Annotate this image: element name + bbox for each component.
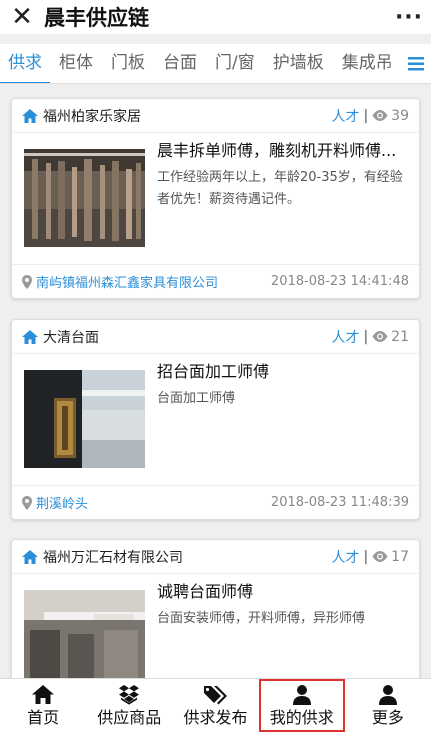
company-name[interactable]: 福州柏家乐家居 (43, 106, 331, 126)
more-options-icon[interactable]: ··· (387, 5, 431, 30)
tab-0[interactable]: 供求 (0, 44, 50, 83)
separator: | (363, 328, 369, 345)
card-footer: 荆溪岭头 2018-08-23 11:48:39 (12, 485, 419, 519)
job-description: 台面加工师傅 (157, 391, 236, 406)
company-name[interactable]: 大清台面 (43, 327, 331, 347)
tab-4[interactable]: 门/窗 (206, 44, 264, 83)
location-text: 南屿镇福州森汇鑫家具有限公司 (36, 276, 219, 291)
home-icon (22, 549, 38, 564)
view-count: 17 (391, 548, 409, 565)
tab-1[interactable]: 柜体 (50, 44, 102, 83)
card-body[interactable]: 诚聘台面师傅 台面安装师傅，开料师傅，异形师傅 (12, 574, 419, 678)
job-description: 工作经验两年以上，年龄20-35岁，有经验者优先！薪资待遇记件。 (157, 170, 403, 207)
home-icon (22, 329, 38, 344)
tags-icon (203, 685, 228, 705)
user-icon (292, 684, 311, 705)
user-icon (378, 684, 397, 705)
card-body[interactable]: 招台面加工师傅 台面加工师傅 (12, 354, 419, 485)
nav-label: 更多 (371, 707, 404, 727)
job-title: 招台面加工师傅 (157, 362, 270, 381)
nav-more[interactable]: 更多 (345, 679, 431, 732)
card-header: 福州万汇石材有限公司 人才 | 17 (12, 540, 419, 574)
post-thumbnail (24, 149, 145, 247)
post-time: 2018-08-23 14:41:48 (270, 274, 409, 289)
company-name[interactable]: 福州万汇石材有限公司 (43, 547, 331, 567)
home-icon (22, 108, 38, 123)
eye-icon (372, 110, 388, 121)
nav-home[interactable]: 首页 (0, 679, 86, 732)
location-text: 荆溪岭头 (36, 497, 89, 512)
category-tabs: 供求 柜体 门板 台面 门/窗 护墙板 集成吊 (0, 44, 431, 84)
tab-6[interactable]: 集成吊 (333, 44, 402, 83)
nav-supply-products[interactable]: 供应商品 (86, 679, 172, 732)
card-footer: 南屿镇福州森汇鑫家具有限公司 2018-08-23 14:41:48 (12, 264, 419, 298)
eye-icon (372, 331, 388, 342)
post-card[interactable]: 福州万汇石材有限公司 人才 | 17 诚聘台面师傅 台面安装师傅，开料师傅，异形… (11, 539, 420, 678)
nav-post-supply-demand[interactable]: 供求发布 (172, 679, 258, 732)
location-pin-icon (22, 495, 32, 510)
category-label: 人才 (331, 329, 360, 346)
card-header: 福州柏家乐家居 人才 | 39 (12, 99, 419, 133)
tab-3[interactable]: 台面 (154, 44, 206, 83)
nav-label: 首页 (27, 707, 60, 727)
eye-icon (372, 551, 388, 562)
location-pin-icon (22, 274, 32, 289)
job-title: 诚聘台面师傅 (157, 582, 254, 601)
separator: | (363, 548, 369, 565)
tab-5[interactable]: 护墙板 (264, 44, 333, 83)
card-header: 大清台面 人才 | 21 (12, 320, 419, 354)
post-card[interactable]: 福州柏家乐家居 人才 | 39 晨丰拆单师傅，雕刻机开料师傅... 工作经验两年… (11, 98, 420, 299)
close-icon[interactable]: ✕ (0, 0, 44, 34)
category-label: 人才 (331, 549, 360, 566)
nav-label: 我的供求 (269, 707, 334, 727)
nav-label: 供应商品 (97, 707, 162, 727)
card-body[interactable]: 晨丰拆单师傅，雕刻机开料师傅... 工作经验两年以上，年龄20-35岁，有经验者… (12, 133, 419, 264)
post-thumbnail (24, 590, 145, 678)
job-description: 台面安装师傅，开料师傅，异形师傅 (157, 611, 366, 626)
dropbox-icon (118, 684, 140, 705)
tab-2[interactable]: 门板 (102, 44, 154, 83)
bottom-nav: 首页 供应商品 供求发布 我的供求 更多 (0, 678, 431, 732)
home-icon (32, 685, 55, 705)
nav-my-supply-demand[interactable]: 我的供求 (258, 679, 345, 732)
category-label: 人才 (331, 108, 360, 125)
menu-icon[interactable] (400, 44, 431, 83)
post-feed: 福州柏家乐家居 人才 | 39 晨丰拆单师傅，雕刻机开料师傅... 工作经验两年… (0, 85, 431, 678)
post-card[interactable]: 大清台面 人才 | 21 招台面加工师傅 台面加工师傅 荆溪岭头 2018-08… (11, 319, 420, 520)
separator: | (363, 107, 369, 124)
view-count: 21 (391, 328, 409, 345)
view-count: 39 (391, 107, 409, 124)
title-bar: ✕ 晨丰供应链 ··· (0, 0, 431, 34)
page-title: 晨丰供应链 (44, 6, 149, 30)
nav-label: 供求发布 (183, 707, 248, 727)
post-time: 2018-08-23 11:48:39 (270, 495, 409, 510)
post-thumbnail (24, 370, 145, 468)
job-title: 晨丰拆单师傅，雕刻机开料师傅... (157, 141, 397, 160)
